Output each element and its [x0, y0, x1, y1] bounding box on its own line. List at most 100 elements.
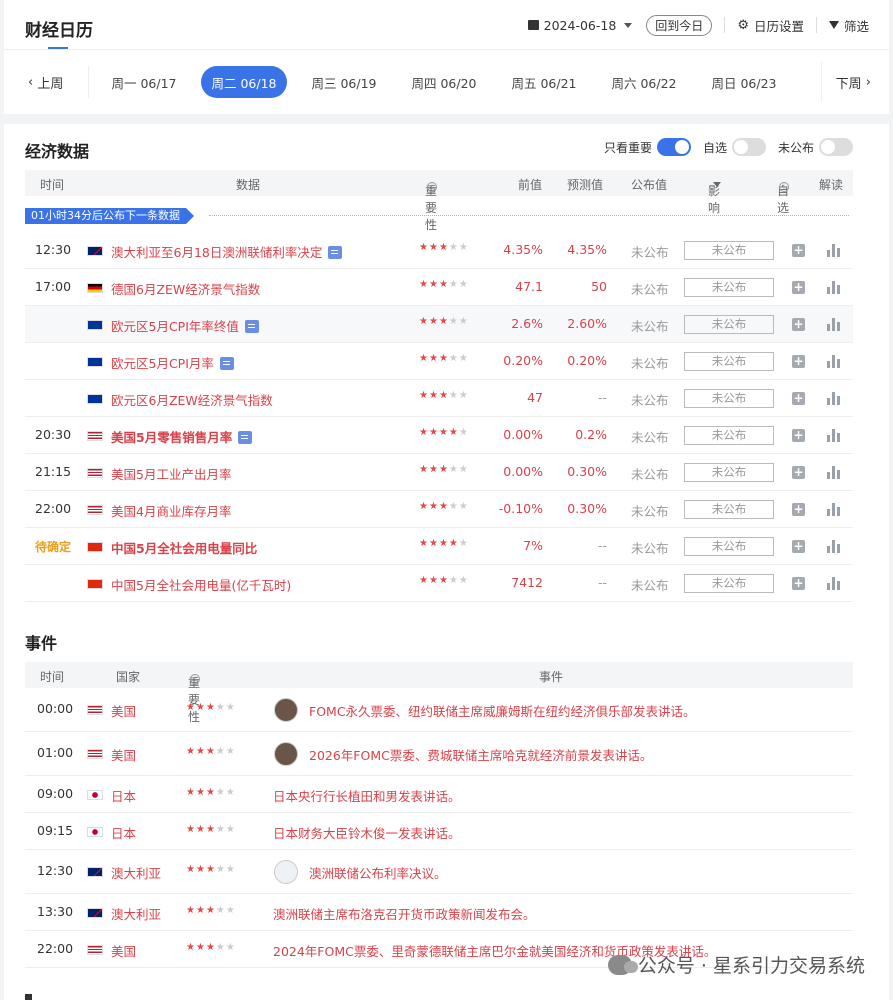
indicator-name[interactable]: 中国5月全社会用电量同比 [111, 538, 257, 557]
indicator-name[interactable]: 欧元区5月CPI月率 [111, 353, 234, 372]
add-favorite-button[interactable]: + [792, 244, 805, 257]
date-picker[interactable]: 2024-06-18 [527, 18, 633, 33]
event-time: 09:00 [37, 786, 74, 801]
add-favorite-button[interactable]: + [792, 503, 805, 516]
day-tab[interactable]: 周六 06/22 [594, 66, 694, 98]
day-tab[interactable]: 周四 06/20 [394, 66, 494, 98]
document-icon[interactable] [238, 431, 253, 444]
next-week-button[interactable]: 下周 › [820, 62, 871, 102]
toggle-unreleased[interactable]: 未公布 [778, 138, 853, 156]
flag-icon [87, 246, 103, 256]
event-text[interactable]: 澳洲联储公布利率决议。 [309, 863, 447, 882]
add-favorite-button[interactable]: + [792, 577, 805, 590]
settings-label: 日历设置 [753, 18, 804, 34]
indicator-name[interactable]: 中国5月全社会用电量(亿千瓦时) [111, 575, 291, 594]
toggle-unreleased-switch[interactable] [819, 138, 853, 156]
add-favorite-button[interactable]: + [792, 429, 805, 442]
importance-stars: ★★★★★ [419, 390, 469, 401]
table-row[interactable]: 12:30 澳大利亚至6月18日澳洲联储利率决定 ★★★★★ 4.35% 4.35% 未公… [25, 232, 853, 269]
event-row[interactable]: 13:30 澳大利亚 ★★★★★ 澳洲联储主席布洛克召开货币政策新闻发布会。 [25, 894, 853, 931]
impact-box: 未公布 [684, 463, 774, 482]
table-row[interactable]: 欧元区5月CPI月率 ★★★★★ 0.20% 0.20% 未公布 未公布 + [25, 343, 853, 380]
impact-box: 未公布 [684, 537, 774, 556]
bar-chart-icon[interactable] [827, 503, 840, 516]
actual-value: 未公布 [631, 282, 669, 297]
chevron-left-icon: ‹ [28, 74, 38, 90]
indicator-name[interactable]: 美国4月商业库存月率 [111, 501, 231, 520]
add-favorite-button[interactable]: + [792, 540, 805, 553]
day-tab[interactable]: 周三 06/19 [294, 66, 394, 98]
info-icon[interactable]: i [427, 182, 437, 192]
day-tab[interactable]: 周日 06/23 [694, 66, 794, 98]
next-release-line [209, 215, 849, 216]
table-row[interactable]: 欧元区5月CPI年率终值 ★★★★★ 2.6% 2.60% 未公布 未公布 + [25, 306, 853, 343]
importance-stars: ★★★★★ [419, 464, 469, 475]
toggle-important-switch[interactable] [656, 138, 691, 156]
bar-chart-icon[interactable] [827, 244, 840, 257]
table-row[interactable]: 欧元区6月ZEW经济景气指数 ★★★★★ 47 -- 未公布 未公布 + [25, 380, 853, 417]
bar-chart-icon[interactable] [827, 318, 840, 331]
event-row[interactable]: 12:30 澳大利亚 ★★★★★ 澳洲联储公布利率决议。 [25, 850, 853, 894]
bar-chart-icon[interactable] [827, 281, 840, 294]
indicator-name[interactable]: 美国5月零售销售月率 [111, 427, 253, 446]
table-row[interactable]: 22:00 美国4月商业库存月率 ★★★★★ -0.10% 0.30% 未公布 未公布 + [25, 491, 853, 528]
day-tab[interactable]: 周五 06/21 [494, 66, 594, 98]
actual-value: 未公布 [631, 504, 669, 519]
toggle-important[interactable]: 只看重要 [604, 138, 691, 156]
table-row[interactable]: 21:15 美国5月工业产出月率 ★★★★★ 0.00% 0.30% 未公布 未公布 + [25, 454, 853, 491]
bar-chart-icon[interactable] [827, 466, 840, 479]
event-row[interactable]: 09:15 日本 ★★★★★ 日本财务大臣铃木俊一发表讲话。 [25, 813, 853, 850]
importance-stars: ★★★★★ [186, 702, 236, 713]
event-text[interactable]: 日本财务大臣铃木俊一发表讲话。 [273, 823, 461, 842]
toggle-favorites-switch[interactable] [731, 138, 766, 156]
importance-stars: ★★★★★ [186, 864, 236, 875]
prev-week-button[interactable]: ‹ 上周 [28, 62, 63, 102]
actual-value: 未公布 [631, 467, 669, 482]
indicator-name[interactable]: 欧元区6月ZEW经济景气指数 [111, 390, 273, 409]
event-row[interactable]: 09:00 日本 ★★★★★ 日本央行行长植田和男发表讲话。 [25, 776, 853, 813]
filter-button[interactable]: 筛选 [828, 16, 869, 35]
document-icon[interactable] [244, 320, 259, 333]
event-text[interactable]: 2026年FOMC票委、费城联储主席哈克就经济前景发表讲话。 [309, 745, 652, 764]
table-row[interactable]: 17:00 德国6月ZEW经济景气指数 ★★★★★ 47.1 50 未公布 未公布 + [25, 269, 853, 306]
ev-col-event: 事件 [539, 670, 564, 684]
flag-icon [87, 283, 103, 293]
event-text[interactable]: 日本央行行长植田和男发表讲话。 [273, 786, 461, 805]
document-icon[interactable] [328, 246, 343, 259]
toggle-favorites[interactable]: 自选 [703, 138, 766, 156]
today-button[interactable]: 回到今日 [646, 14, 713, 36]
indicator-name[interactable]: 澳大利亚至6月18日澳洲联储利率决定 [111, 242, 343, 261]
table-row[interactable]: 20:30 美国5月零售销售月率 ★★★★★ 0.00% 0.2% 未公布 未公布 + [25, 417, 853, 454]
flag-icon [87, 542, 103, 552]
calendar-settings-button[interactable]: ⚙ 日历设置 [737, 16, 804, 35]
table-row[interactable]: 待确定 中国5月全社会用电量同比 ★★★★★ 7% -- 未公布 未公布 + [25, 528, 853, 565]
indicator-name-text: 欧元区6月ZEW经济景气指数 [111, 393, 273, 408]
bar-chart-icon[interactable] [827, 392, 840, 405]
table-row[interactable]: 中国5月全社会用电量(亿千瓦时) ★★★★★ 7412 -- 未公布 未公布 + [25, 565, 853, 602]
add-favorite-button[interactable]: + [792, 355, 805, 368]
document-icon[interactable] [219, 357, 234, 370]
event-time: 12:30 [37, 863, 74, 878]
info-icon[interactable]: i [779, 182, 789, 192]
add-favorite-button[interactable]: + [792, 318, 805, 331]
bar-chart-icon[interactable] [827, 577, 840, 590]
day-tab[interactable]: 周一 06/17 [94, 66, 194, 98]
event-row[interactable]: 01:00 美国 ★★★★★ 2026年FOMC票委、费城联储主席哈克就经济前景发表讲… [25, 732, 853, 776]
add-favorite-button[interactable]: + [792, 466, 805, 479]
info-icon[interactable]: i [190, 674, 200, 684]
prev-value: 7412 [511, 575, 543, 590]
indicator-name[interactable]: 德国6月ZEW经济景气指数 [111, 279, 260, 298]
indicator-name[interactable]: 美国5月工业产出月率 [111, 464, 231, 483]
add-favorite-button[interactable]: + [792, 281, 805, 294]
event-time: 01:00 [37, 745, 74, 760]
add-favorite-button[interactable]: + [792, 392, 805, 405]
day-tab[interactable]: 周二 06/18 [201, 66, 287, 98]
event-row[interactable]: 00:00 美国 ★★★★★ FOMC永久票委、纽约联储主席威廉姆斯在纽约经济俱乐部发… [25, 688, 853, 732]
event-text[interactable]: 澳洲联储主席布洛克召开货币政策新闻发布会。 [273, 904, 536, 923]
bar-chart-icon[interactable] [827, 540, 840, 553]
event-text[interactable]: FOMC永久票委、纽约联储主席威廉姆斯在纽约经济俱乐部发表讲话。 [309, 701, 696, 720]
bar-chart-icon[interactable] [827, 429, 840, 442]
bar-chart-icon[interactable] [827, 355, 840, 368]
indicator-name[interactable]: 欧元区5月CPI年率终值 [111, 316, 259, 335]
forecast-value: 2.60% [567, 316, 607, 331]
